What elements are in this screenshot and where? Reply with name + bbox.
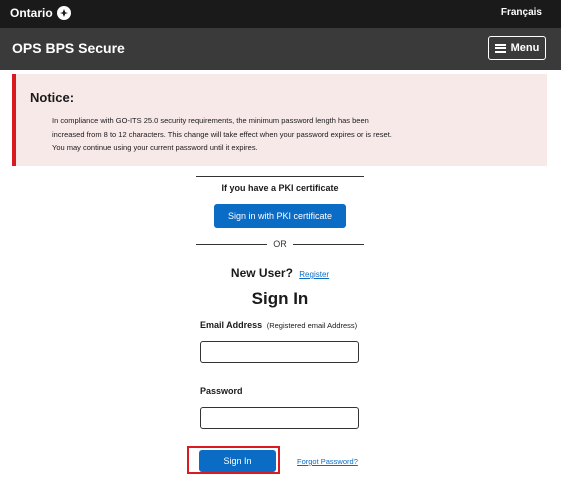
divider-line <box>196 243 268 245</box>
pki-label: If you have a PKI certificate <box>221 183 339 193</box>
ontario-logo[interactable]: Ontario <box>10 6 71 20</box>
pki-signin-button[interactable]: Sign in with PKI certificate <box>214 204 346 228</box>
menu-button-label: Menu <box>510 42 540 54</box>
top-bar: Ontario Français <box>0 0 561 28</box>
language-toggle-link[interactable]: Français <box>501 7 542 18</box>
email-field[interactable] <box>200 341 359 363</box>
divider-line <box>292 243 364 245</box>
notice-title: Notice: <box>30 90 75 105</box>
signin-heading: Sign In <box>251 289 309 308</box>
notice-banner: Notice: In compliance with GO-ITS 25.0 s… <box>12 74 547 166</box>
notice-line: increased from 8 to 12 characters. This … <box>52 129 392 139</box>
brand-text: Ontario <box>10 6 53 20</box>
new-user-row: New User? Register <box>196 266 364 280</box>
or-text: OR <box>273 239 287 249</box>
email-label-row: Email Address (Registered email Address) <box>200 320 357 330</box>
app-header: OPS BPS Secure <box>0 28 561 70</box>
password-label: Password <box>200 386 243 396</box>
notice-line: In compliance with GO-ITS 25.0 security … <box>52 116 369 125</box>
app-title: OPS BPS Secure <box>12 40 125 56</box>
notice-text: In compliance with GO-ITS 25.0 security … <box>52 114 532 155</box>
register-link[interactable]: Register <box>299 270 329 279</box>
pki-divider <box>196 176 364 177</box>
forgot-password-link[interactable]: Forgot Password? <box>297 457 358 466</box>
hamburger-icon <box>494 43 506 53</box>
email-label: Email Address <box>200 320 263 330</box>
signin-button[interactable]: Sign In <box>199 450 276 472</box>
trillium-icon <box>56 6 71 20</box>
new-user-label: New User? <box>230 266 293 280</box>
menu-button[interactable]: Menu <box>488 36 546 60</box>
or-divider: OR <box>196 238 364 250</box>
notice-line: You may continue using your current pass… <box>52 143 258 152</box>
password-field[interactable] <box>200 407 359 429</box>
email-note: (Registered email Address) <box>266 321 358 330</box>
